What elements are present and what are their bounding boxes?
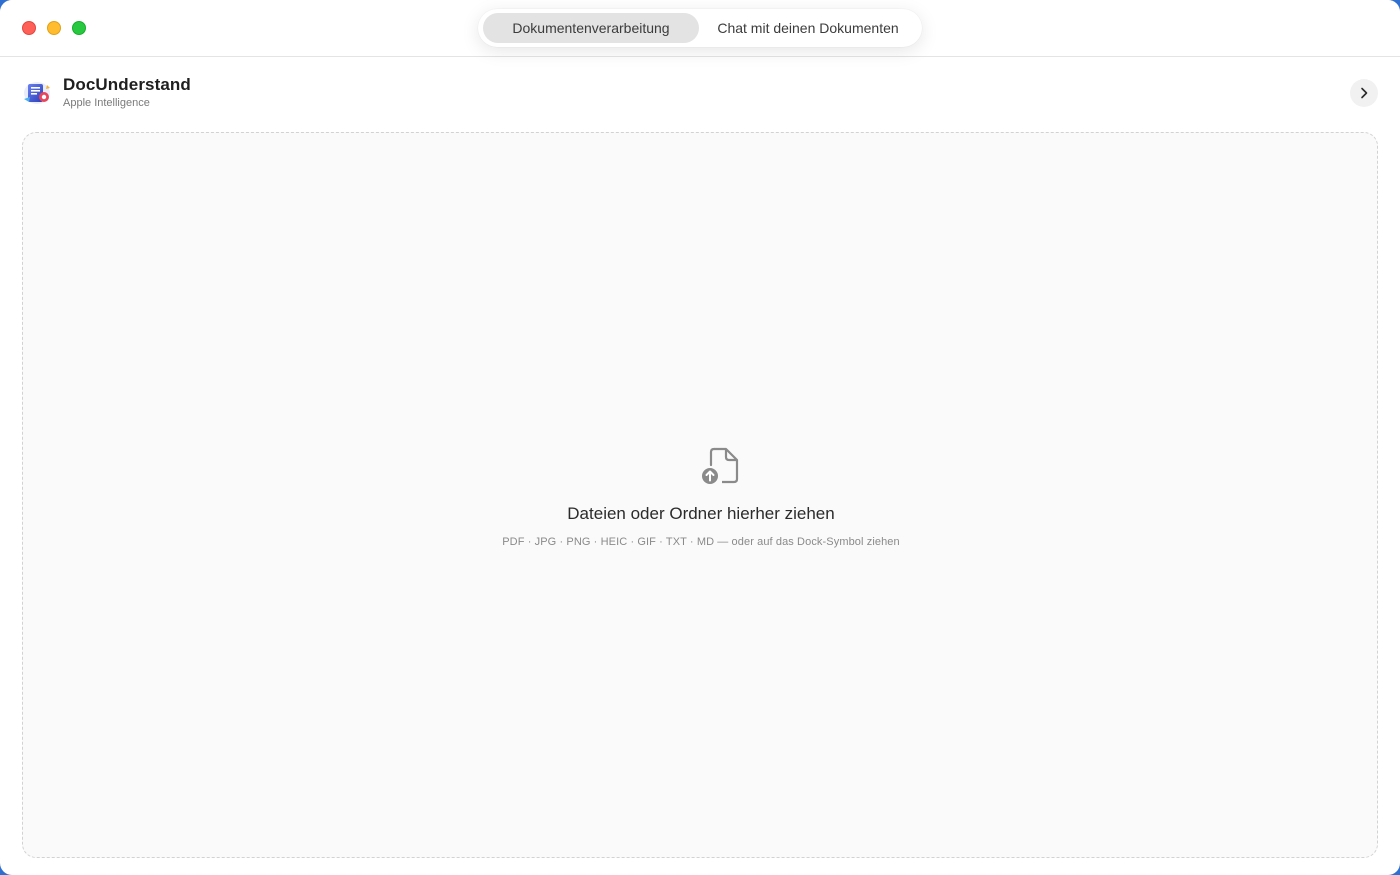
app-name: DocUnderstand: [63, 75, 191, 94]
close-window-button[interactable]: [22, 21, 36, 35]
title-bar: Dokumentenverarbeitung Chat mit deinen D…: [0, 0, 1400, 57]
mode-segmented-control: Dokumentenverarbeitung Chat mit deinen D…: [478, 9, 922, 47]
app-header: DocUnderstand Apple Intelligence: [0, 57, 1400, 127]
zoom-window-button[interactable]: [72, 21, 86, 35]
minimize-window-button[interactable]: [47, 21, 61, 35]
drop-zone-subtitle: PDF · JPG · PNG · HEIC · GIF · TXT · MD …: [502, 536, 900, 548]
drop-zone-title: Dateien oder Ordner hierher ziehen: [567, 504, 835, 523]
expand-panel-button[interactable]: [1350, 79, 1378, 107]
app-subtitle: Apple Intelligence: [63, 97, 150, 109]
document-upload-icon: [699, 443, 741, 489]
app-logo-icon: [22, 79, 52, 107]
app-window: Dokumentenverarbeitung Chat mit deinen D…: [0, 0, 1400, 875]
chevron-right-icon: [1361, 87, 1368, 99]
file-drop-zone[interactable]: Dateien oder Ordner hierher ziehen PDF ·…: [22, 132, 1378, 858]
tab-dokumentenverarbeitung[interactable]: Dokumentenverarbeitung: [483, 13, 699, 43]
tab-chat-mit-dokumenten[interactable]: Chat mit deinen Dokumenten: [699, 13, 917, 43]
